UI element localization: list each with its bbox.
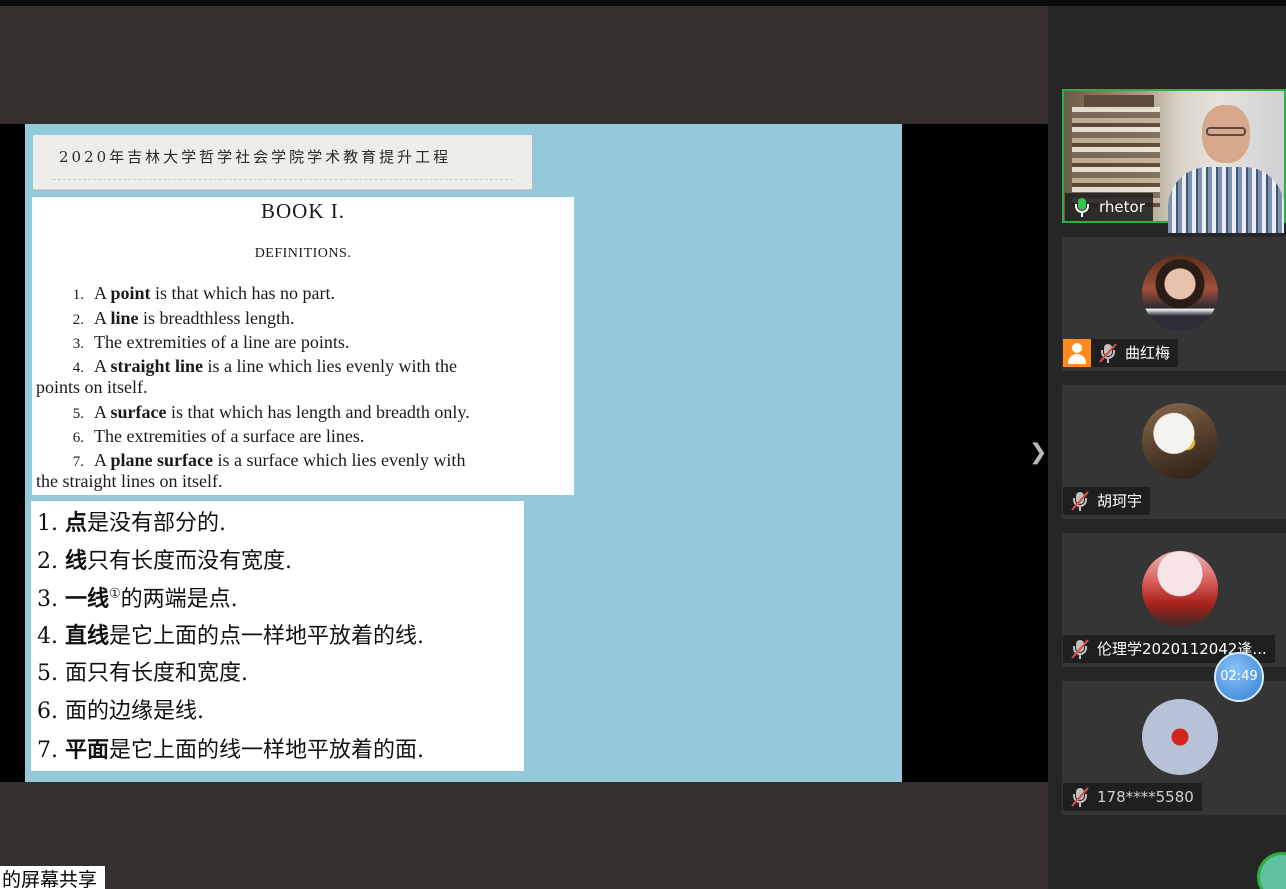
chinese-definition: 4. 直线是它上面的点一样地平放着的线. [37,623,425,649]
footnote-marker: ① [109,586,121,602]
banner-text: 2020年吉林大学哲学社会学院学术教育提升工程 [59,148,452,166]
chinese-definition: 1. 点是没有部分的. [37,510,227,536]
english-definition-continuation: points on itself. [36,377,148,397]
participant-namebar: rhetor [1065,193,1153,221]
participant-tile[interactable]: 曲红梅 [1062,237,1286,371]
english-definition: 5. A surface is that which has length and… [72,402,470,422]
english-definition-continuation: the straight lines on itself. [36,471,223,491]
participant-namebar: 胡珂宇 [1063,487,1151,515]
avatar [1142,255,1218,331]
screen-share-label: 的屏幕共享 [0,866,106,889]
chevron-right-icon[interactable]: ❯ [1029,441,1047,465]
avatar [1142,699,1218,775]
participant-name: rhetor [1099,198,1145,216]
participant-tile[interactable]: 伦理学2020112042逢... [1062,533,1286,667]
muted-microphone-icon [1069,490,1091,512]
english-definition: 1. A point is that which has no part. [72,283,336,303]
speaker-video [1166,105,1284,233]
english-definition: 2. A line is breadthless length. [72,308,295,328]
chinese-definition: 2. 线只有长度而没有宽度. [37,548,293,574]
microphone-icon [1071,196,1093,218]
participant-tile[interactable]: 胡珂宇 [1062,385,1286,519]
book-title: BOOK I. [261,199,345,223]
chinese-definition: 6. 面的边缘是线. [37,699,204,724]
participant-name: 178****5580 [1097,788,1194,806]
english-definition: 4. A straight line is a line which lies e… [72,356,457,376]
bookshelf-background [1072,107,1160,207]
muted-microphone-icon [1069,786,1091,808]
english-definition: 6. The extremities of a surface are lines… [72,426,365,446]
definitions-heading: DEFINITIONS. [254,246,352,261]
host-user-icon [1063,339,1091,367]
english-definitions-panel: BOOK I. DEFINITIONS. 1. A point is that w… [32,197,574,495]
participant-name: 曲红梅 [1125,344,1171,362]
participant-tile-rhetor[interactable]: rhetor [1062,89,1286,233]
chinese-definitions-panel: 1. 点是没有部分的. 2. 线只有长度而没有宽度. 3. 一线①的两端是点. … [31,501,524,771]
chinese-definition: 3. 一线①的两端是点. [37,586,238,612]
avatar [1142,551,1218,627]
muted-microphone-icon [1069,638,1091,660]
meeting-timer[interactable]: 02:49 [1214,652,1264,702]
participant-namebar: 曲红梅 [1063,339,1179,367]
english-definition: 3. The extremities of a line are points. [72,332,350,352]
participant-namebar: 178****5580 [1063,783,1202,811]
participant-name: 胡珂宇 [1097,492,1143,510]
muted-microphone-icon [1097,342,1119,364]
chinese-definition: 5. 面只有长度和宽度. [37,661,248,686]
slide-banner: 2020年吉林大学哲学社会学院学术教育提升工程 [33,135,532,190]
chinese-definition: 7. 平面是它上面的线一样地平放着的面. [37,737,425,763]
banner-decoration [53,179,513,187]
english-definition: 7. A plane surface is a surface which lie… [72,450,466,470]
avatar [1142,403,1218,479]
participant-tile[interactable]: 178****5580 [1062,681,1286,815]
